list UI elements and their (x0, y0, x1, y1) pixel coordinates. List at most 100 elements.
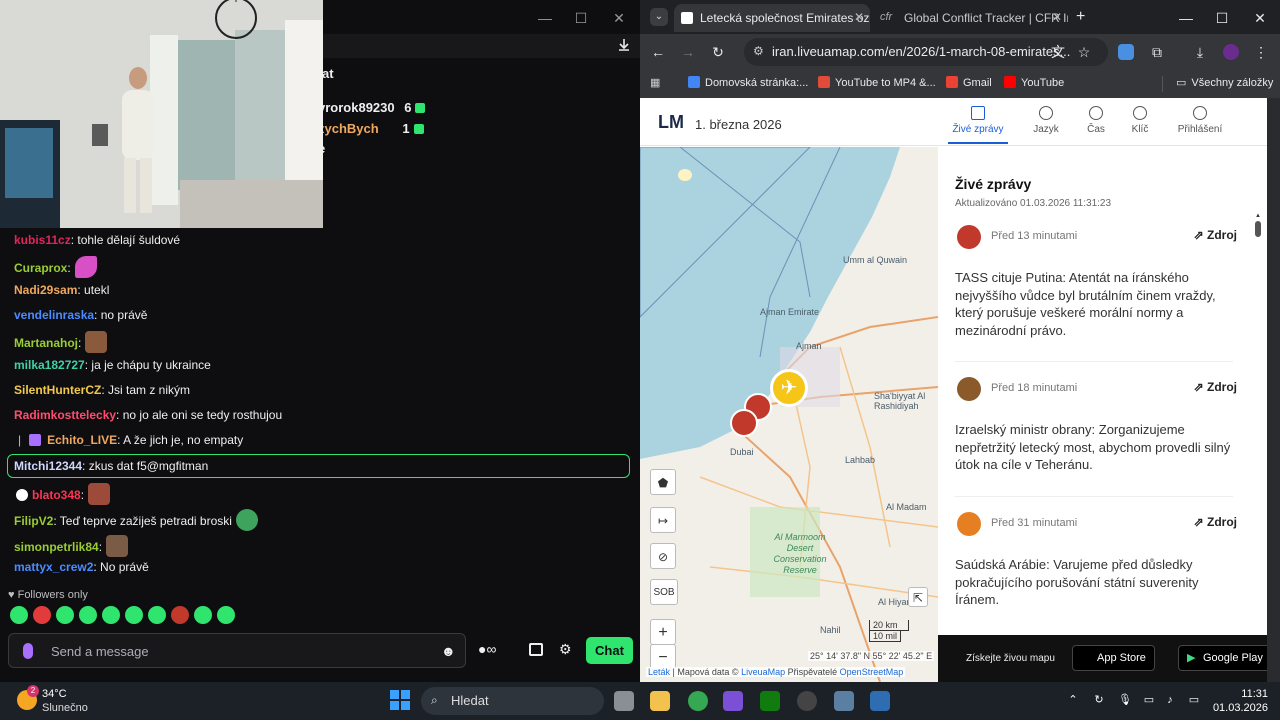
emote-icon[interactable] (217, 606, 235, 624)
chat-username[interactable]: kubis11cz (14, 233, 71, 247)
emote-icon[interactable] (171, 606, 189, 624)
bookmark-item[interactable]: YouTube (1004, 76, 1064, 89)
leaflet-link[interactable]: Leták (648, 667, 670, 677)
profile-avatar[interactable] (1223, 44, 1239, 60)
weather-desc[interactable]: Slunečno (42, 702, 88, 714)
extension-icon[interactable] (1118, 44, 1134, 60)
hide-icon[interactable]: ⊘ (650, 543, 676, 569)
nav-live-news[interactable]: Živé zprávy (948, 106, 1008, 144)
bookmark-star-icon[interactable]: ☆ (1076, 44, 1092, 60)
download-icon[interactable] (616, 37, 632, 53)
chat-username[interactable]: mattyx_crew2 (14, 560, 93, 574)
app-store-button[interactable]: App Store (1072, 645, 1155, 671)
close-tab-icon[interactable]: ✕ (854, 10, 864, 24)
chat-username[interactable]: FilipV2 (14, 514, 53, 528)
source-link[interactable]: ⇗ Zdroj (1194, 515, 1237, 529)
tab-cfr[interactable]: cfr Global Conflict Tracker | CFR Int ✕ (872, 4, 1068, 32)
extensions-puzzle-icon[interactable]: ⧉ (1149, 44, 1165, 60)
chat-username[interactable]: vendelinraska (14, 308, 94, 322)
chat-username[interactable]: simonpetrlik84 (14, 540, 99, 554)
site-date[interactable]: 1. března 2026 (695, 117, 782, 132)
send-message-input[interactable]: Send a message ☻ (8, 633, 466, 668)
chat-username[interactable]: Echito_LIVE (47, 433, 117, 447)
all-bookmarks[interactable]: ▭ Všechny záložky (1176, 76, 1273, 89)
site-logo[interactable]: LM (658, 112, 684, 133)
emote-icon[interactable] (194, 606, 212, 624)
settings-app-icon[interactable] (834, 691, 854, 711)
network-app-icon[interactable] (870, 691, 890, 711)
chat-username[interactable]: milka182727 (14, 358, 85, 372)
forward-icon[interactable]: → (680, 44, 696, 60)
measure-icon[interactable]: ↦ (650, 507, 676, 533)
clock-time[interactable]: 11:31 (1238, 688, 1268, 700)
source-link[interactable]: ⇗ Zdroj (1194, 380, 1237, 394)
clock-date[interactable]: 01.03.2026 (1206, 702, 1268, 714)
windows-start-icon[interactable] (390, 690, 410, 710)
weather-marker-icon[interactable] (678, 169, 692, 181)
app-icon[interactable] (723, 691, 743, 711)
apps-icon[interactable]: ▦ (650, 76, 660, 89)
draw-polygon-icon[interactable]: ⬟ (650, 469, 676, 495)
taskbar-search[interactable]: ⌕ Hledat (421, 687, 604, 715)
store-icon[interactable] (529, 643, 543, 656)
tray-chevron-icon[interactable]: ⌃ (1066, 693, 1080, 707)
nav-key[interactable]: Klíč (1110, 106, 1170, 135)
network-icon[interactable]: ▭ (1142, 693, 1156, 707)
reload-icon[interactable]: ↻ (710, 44, 726, 60)
minimize-icon[interactable]: — (535, 8, 555, 28)
volume-icon[interactable]: ♪ (1163, 693, 1177, 707)
bookmark-item[interactable]: Gmail (946, 76, 992, 89)
gifter-name[interactable]: vrorok89230 (318, 100, 395, 115)
emote-icon[interactable] (10, 606, 28, 624)
emote-icon[interactable] (56, 606, 74, 624)
points-icon[interactable]: ●∞ (478, 641, 496, 657)
emote-icon[interactable] (102, 606, 120, 624)
menu-icon[interactable]: ⋮ (1253, 44, 1269, 60)
chat-username[interactable]: Mitchi12344 (14, 459, 82, 473)
emote-icon[interactable] (125, 606, 143, 624)
microphone-icon[interactable]: 🎙 (1118, 693, 1132, 707)
google-play-button[interactable]: ▶ Google Play (1178, 645, 1272, 671)
liveuamap-link[interactable]: LiveuaMap (741, 667, 785, 677)
tab-emirates[interactable]: Letecká společnost Emirates oz ✕ (674, 4, 870, 32)
scroll-up-icon[interactable]: ▲ (1255, 213, 1261, 219)
bookmark-item[interactable]: YouTube to MP4 &... (818, 76, 936, 89)
airport-marker-icon[interactable]: ✈ (770, 369, 808, 407)
news-scrollbar[interactable]: ▲ (1255, 213, 1261, 675)
battery-icon[interactable]: ▭ (1187, 693, 1201, 707)
map-view[interactable]: Umm al Quwain Ajman Emirate Ajman Dubai … (640, 147, 938, 682)
chat-username[interactable]: SilentHunterCZ (14, 383, 101, 397)
close-icon[interactable]: ✕ (609, 8, 629, 28)
site-info-icon[interactable]: ⚙ (753, 44, 764, 58)
sync-icon[interactable]: ↻ (1092, 693, 1106, 707)
close-icon[interactable]: ✕ (1250, 8, 1270, 28)
bookmark-item[interactable]: Domovská stránka:... (688, 76, 808, 89)
missile-marker-icon[interactable] (730, 409, 758, 437)
source-link[interactable]: ⇗ Zdroj (1194, 228, 1237, 242)
file-explorer-icon[interactable] (650, 691, 670, 711)
xbox-icon[interactable] (760, 691, 780, 711)
chat-button[interactable]: Chat (586, 637, 633, 664)
microphone-icon[interactable] (23, 643, 33, 659)
emote-icon[interactable] (33, 606, 51, 624)
page-scrollbar[interactable] (1267, 98, 1280, 682)
chat-username[interactable]: blato348 (32, 488, 81, 502)
chat-username[interactable]: Radimkosttelecky (14, 408, 116, 422)
emoji-icon[interactable]: ☻ (441, 643, 456, 659)
back-icon[interactable]: ← (650, 44, 666, 60)
obs-icon[interactable] (797, 691, 817, 711)
weather-temp[interactable]: 34°C (42, 688, 67, 700)
tab-search-icon[interactable]: ⌄ (650, 8, 668, 26)
close-tab-icon[interactable]: ✕ (1052, 10, 1062, 24)
map-sob-button[interactable]: SOB (650, 579, 678, 605)
emote-icon[interactable] (148, 606, 166, 624)
osm-link[interactable]: OpenStreetMap (840, 667, 904, 677)
chat-username[interactable]: Martanahoj (14, 336, 78, 350)
expand-icon[interactable]: ⇱ (908, 587, 928, 607)
zoom-in-button[interactable]: + (650, 619, 676, 645)
chat-username[interactable]: Curaprox (14, 261, 67, 275)
emote-icon[interactable] (79, 606, 97, 624)
maximize-icon[interactable]: ☐ (1212, 8, 1232, 28)
chat-username[interactable]: Nadi29sam (14, 283, 77, 297)
task-view-icon[interactable] (614, 691, 634, 711)
